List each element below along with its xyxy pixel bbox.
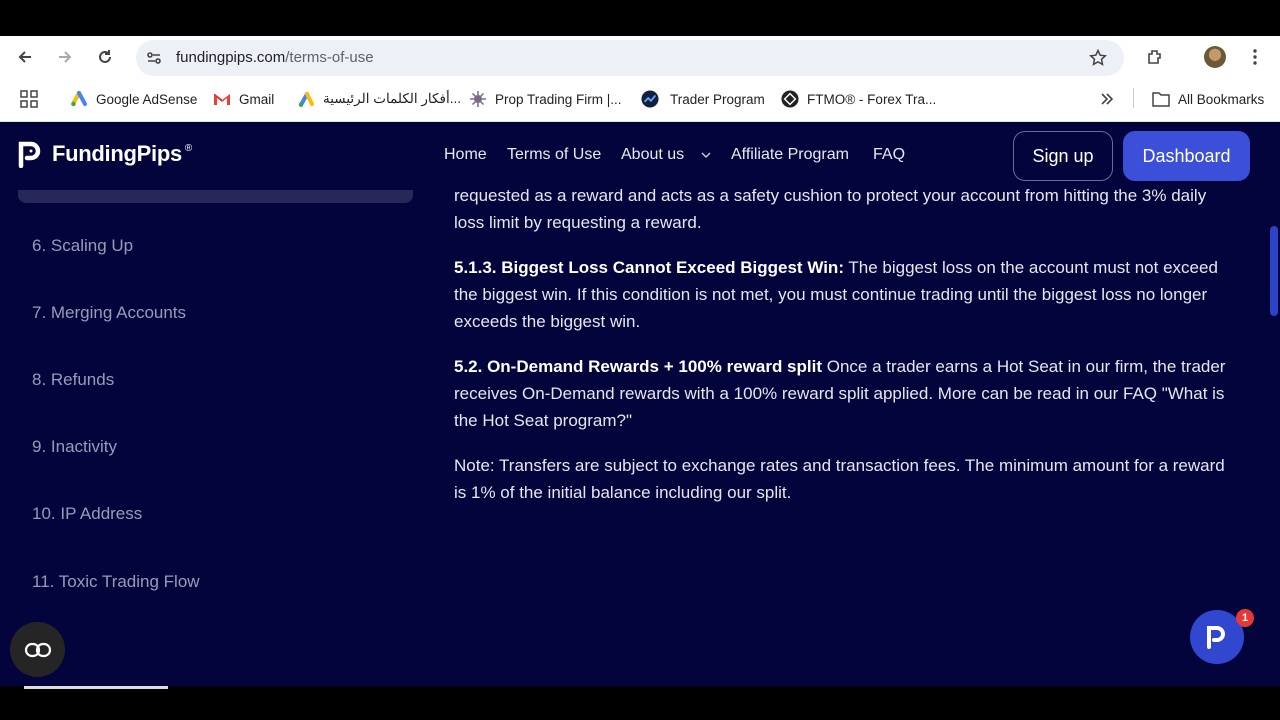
reload-icon [99, 50, 111, 63]
back-button[interactable] [13, 45, 37, 69]
site-logo[interactable]: FundingPips ® [18, 140, 192, 168]
sign-up-button[interactable]: Sign up [1013, 131, 1113, 181]
bookmarks-bar: Google AdSense Gmail أفكار الكلمات الرئي… [0, 82, 1280, 116]
bookmark-label: أفكار الكلمات الرئيسية... [323, 91, 461, 106]
nav-affiliate-program[interactable]: Affiliate Program [731, 146, 849, 164]
dashboard-button[interactable]: Dashboard [1123, 131, 1250, 181]
bookmark-trader-program[interactable]: Trader Program [641, 89, 765, 109]
nav-about-us[interactable]: About us [621, 146, 711, 164]
bookmark-label: Gmail [239, 91, 275, 107]
gmail-icon [213, 90, 231, 108]
reload-button[interactable] [93, 45, 117, 69]
back-arrow-icon [18, 51, 31, 63]
content-paragraph: 5.1.3. Biggest Loss Cannot Exceed Bigges… [454, 254, 1240, 335]
google-ads-icon [297, 90, 315, 108]
video-bottom-bar [0, 686, 1280, 720]
content-paragraph: Note: Transfers are subject to exchange … [454, 456, 1225, 502]
link-icon [24, 642, 51, 657]
toc-item-scaling-up[interactable]: 6. Scaling Up [32, 236, 133, 256]
bookmark-gmail[interactable]: Gmail [213, 89, 274, 109]
star-icon[interactable] [1089, 49, 1107, 67]
apps-grid-icon[interactable] [20, 90, 38, 108]
section-heading: 5.1.3. Biggest Loss Cannot Exceed Bigges… [454, 258, 844, 277]
bookmark-prop-firm[interactable]: Prop Trading Firm |... [469, 89, 622, 109]
forward-arrow-icon [59, 51, 72, 63]
forward-button[interactable] [53, 45, 77, 69]
bookmark-adsense[interactable]: Google AdSense [70, 89, 197, 109]
bookmark-label: Prop Trading Firm |... [495, 91, 622, 107]
url-domain: fundingpips.com [176, 49, 286, 66]
extensions-icon[interactable] [1146, 48, 1164, 66]
bookmark-ftmo[interactable]: FTMO® - Forex Tra... [781, 89, 936, 109]
scrollbar-track[interactable] [1268, 122, 1280, 686]
toc-active-item[interactable] [18, 190, 413, 203]
adsense-icon [70, 90, 88, 108]
nav-faq[interactable]: FAQ [873, 146, 905, 164]
address-row: fundingpips.com/terms-of-use [0, 36, 1280, 78]
chevron-down-icon [701, 152, 711, 158]
toc-item-inactivity[interactable]: 9. Inactivity [32, 437, 117, 457]
logo-registered-mark: ® [184, 142, 192, 154]
section-heading: 5.2. On-Demand Rewards + 100% reward spl… [454, 357, 822, 376]
chat-notification-badge: 1 [1236, 609, 1254, 627]
browser-chrome: fundingpips.com/terms-of-use Google AdSe… [0, 36, 1280, 122]
prop-firm-icon [469, 90, 487, 108]
more-menu-icon[interactable] [1247, 48, 1263, 66]
chevron-double-right-icon[interactable] [1100, 92, 1114, 106]
toc-item-toxic-trading-flow[interactable]: 11. Toxic Trading Flow [32, 572, 200, 592]
site-header: FundingPips ® Home Terms of Use About us … [0, 122, 1280, 188]
bookmark-label: Trader Program [670, 91, 765, 107]
logo-text: FundingPips [52, 141, 182, 166]
bookmark-label: Google AdSense [96, 91, 198, 107]
toc-item-merging-accounts[interactable]: 7. Merging Accounts [32, 303, 186, 323]
trader-program-icon [641, 90, 659, 108]
fundingpips-chat-icon [1207, 626, 1225, 649]
terms-content: requested as a reward and acts as a safe… [454, 182, 1240, 524]
all-bookmarks-button[interactable]: All Bookmarks [1152, 89, 1264, 109]
content-paragraph: 5.2. On-Demand Rewards + 100% reward spl… [454, 353, 1240, 434]
ftmo-icon [781, 90, 799, 108]
url-path: /terms-of-use [285, 49, 374, 66]
address-bar[interactable]: fundingpips.com/terms-of-use [136, 40, 1124, 76]
folder-icon [1152, 90, 1170, 108]
nav-about-us-label: About us [621, 146, 685, 163]
toc-item-refunds[interactable]: 8. Refunds [32, 370, 114, 390]
site-settings-icon[interactable] [146, 50, 162, 66]
toc-item-ip-address[interactable]: 10. IP Address [32, 504, 142, 524]
bookmark-keywords[interactable]: أفكار الكلمات الرئيسية... [297, 89, 461, 109]
url-text: fundingpips.com/terms-of-use [176, 49, 374, 66]
nav-terms-of-use[interactable]: Terms of Use [507, 146, 601, 164]
video-top-bar [0, 0, 1280, 36]
fundingpips-logo-icon [18, 141, 41, 168]
profile-avatar[interactable] [1204, 46, 1226, 68]
bookmark-label: FTMO® - Forex Tra... [807, 91, 937, 107]
bookmarks-divider [1133, 88, 1134, 108]
scrollbar-thumb[interactable] [1270, 226, 1278, 316]
content-paragraph: requested as a reward and acts as a safe… [454, 186, 1207, 232]
web-page: FundingPips ® Home Terms of Use About us … [0, 122, 1280, 686]
video-progress-indicator [24, 686, 168, 689]
accessibility-button[interactable] [10, 622, 65, 677]
nav-home[interactable]: Home [444, 146, 487, 164]
all-bookmarks-label: All Bookmarks [1178, 91, 1265, 107]
